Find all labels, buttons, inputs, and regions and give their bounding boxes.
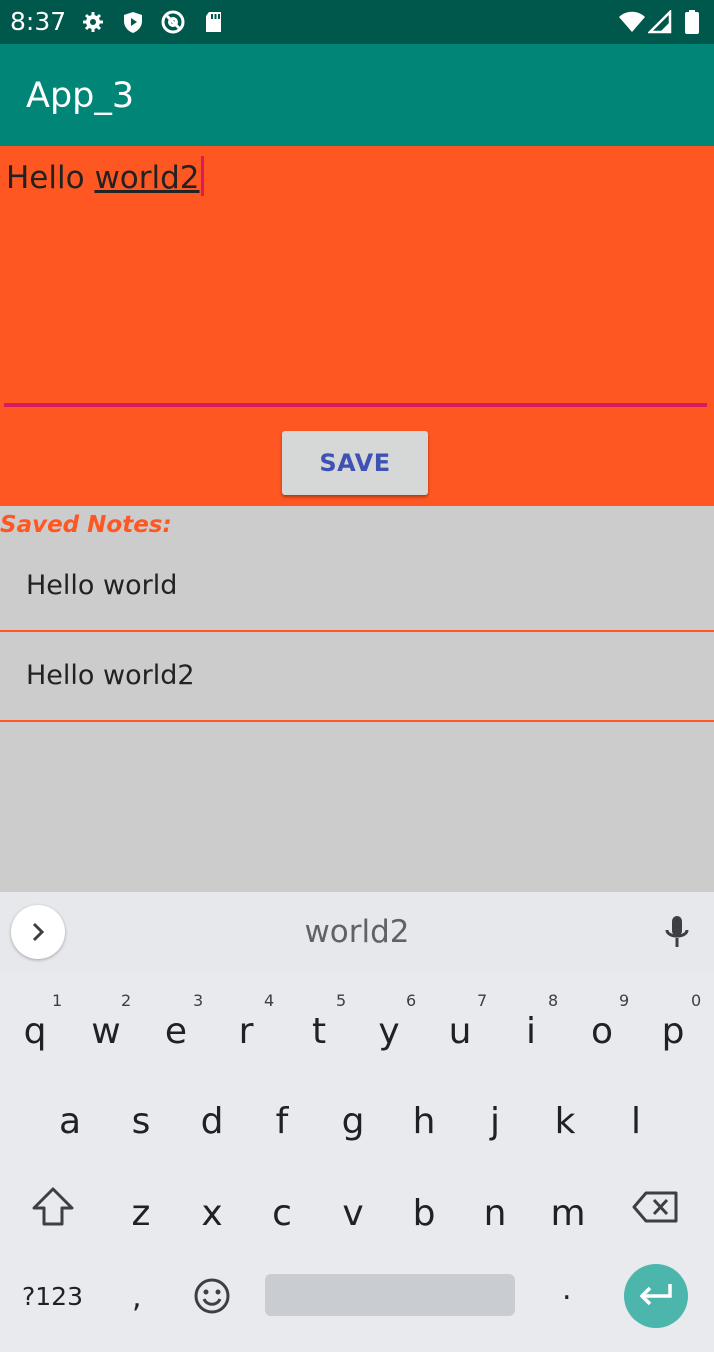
input-underline: [4, 403, 707, 407]
battery-icon: [685, 10, 699, 34]
note-text: Hello world2: [26, 660, 195, 691]
note-editor-area: Hello world2 SAVE: [0, 146, 714, 506]
key-m[interactable]: m: [543, 1194, 593, 1242]
key-y[interactable]: y6: [364, 992, 416, 1060]
key-w[interactable]: w2: [81, 992, 131, 1060]
period-key[interactable]: .: [562, 1272, 572, 1307]
sd-card-icon: [206, 12, 221, 32]
signal-icon: [648, 10, 672, 34]
app-screen: 8:37 App_3 Hello world2 SAVE Saved Notes…: [0, 0, 714, 1352]
key-q[interactable]: q1: [10, 992, 63, 1060]
key-f[interactable]: f: [257, 1102, 307, 1150]
at-icon: [161, 10, 185, 34]
key-d[interactable]: d: [187, 1102, 237, 1150]
enter-button[interactable]: [624, 1264, 688, 1328]
key-r[interactable]: r4: [221, 992, 275, 1060]
shield-play-icon: [124, 12, 142, 33]
key-b[interactable]: b: [399, 1194, 449, 1242]
soft-keyboard: world2 q1 w2 e3 r4 t5 y6 u7 i8 o9 p0 a s…: [0, 892, 714, 1352]
key-l[interactable]: l: [611, 1102, 661, 1150]
key-c[interactable]: c: [257, 1194, 307, 1242]
save-button[interactable]: SAVE: [282, 431, 428, 495]
backspace-icon[interactable]: [632, 1190, 680, 1224]
note-text: Hello world: [26, 570, 178, 601]
mic-icon[interactable]: [662, 914, 692, 950]
key-v[interactable]: v: [328, 1194, 378, 1242]
key-x[interactable]: x: [187, 1194, 237, 1242]
wifi-icon: [619, 11, 645, 32]
key-p[interactable]: p0: [648, 992, 702, 1060]
key-a[interactable]: a: [45, 1102, 95, 1150]
saved-notes-list: Hello world Hello world2: [0, 542, 714, 722]
enter-icon: [639, 1284, 672, 1306]
suggestion-strip: world2: [0, 892, 714, 972]
key-h[interactable]: h: [399, 1102, 449, 1150]
app-title: App_3: [26, 76, 135, 116]
key-n[interactable]: n: [470, 1194, 520, 1242]
key-k[interactable]: k: [540, 1102, 590, 1150]
key-z[interactable]: z: [116, 1194, 166, 1242]
key-t[interactable]: t5: [294, 992, 346, 1060]
key-u[interactable]: u7: [435, 992, 488, 1060]
app-bar: App_3: [0, 44, 714, 146]
word-suggestion[interactable]: world2: [0, 912, 714, 952]
emoji-icon[interactable]: [192, 1276, 232, 1316]
status-bar: 8:37: [0, 0, 714, 44]
note-input-composing-text: world2: [94, 160, 200, 196]
key-e[interactable]: e3: [151, 992, 203, 1060]
key-o[interactable]: o9: [577, 992, 629, 1060]
key-g[interactable]: g: [328, 1102, 378, 1150]
key-s[interactable]: s: [116, 1102, 166, 1150]
list-item[interactable]: Hello world: [0, 542, 714, 632]
key-j[interactable]: j: [470, 1102, 520, 1150]
space-bar[interactable]: [265, 1274, 515, 1316]
status-time: 8:37: [10, 7, 67, 36]
comma-key[interactable]: ,: [132, 1280, 142, 1315]
list-item[interactable]: Hello world2: [0, 632, 714, 722]
key-i[interactable]: i8: [506, 992, 558, 1060]
note-input-text: Hello: [6, 160, 95, 196]
text-cursor: [200, 156, 204, 196]
symbols-key[interactable]: ?123: [22, 1282, 83, 1312]
note-input[interactable]: Hello world2: [6, 156, 204, 197]
saved-notes-label: Saved Notes:: [0, 512, 172, 538]
settings-icon: [83, 12, 103, 32]
shift-icon[interactable]: [30, 1186, 76, 1228]
